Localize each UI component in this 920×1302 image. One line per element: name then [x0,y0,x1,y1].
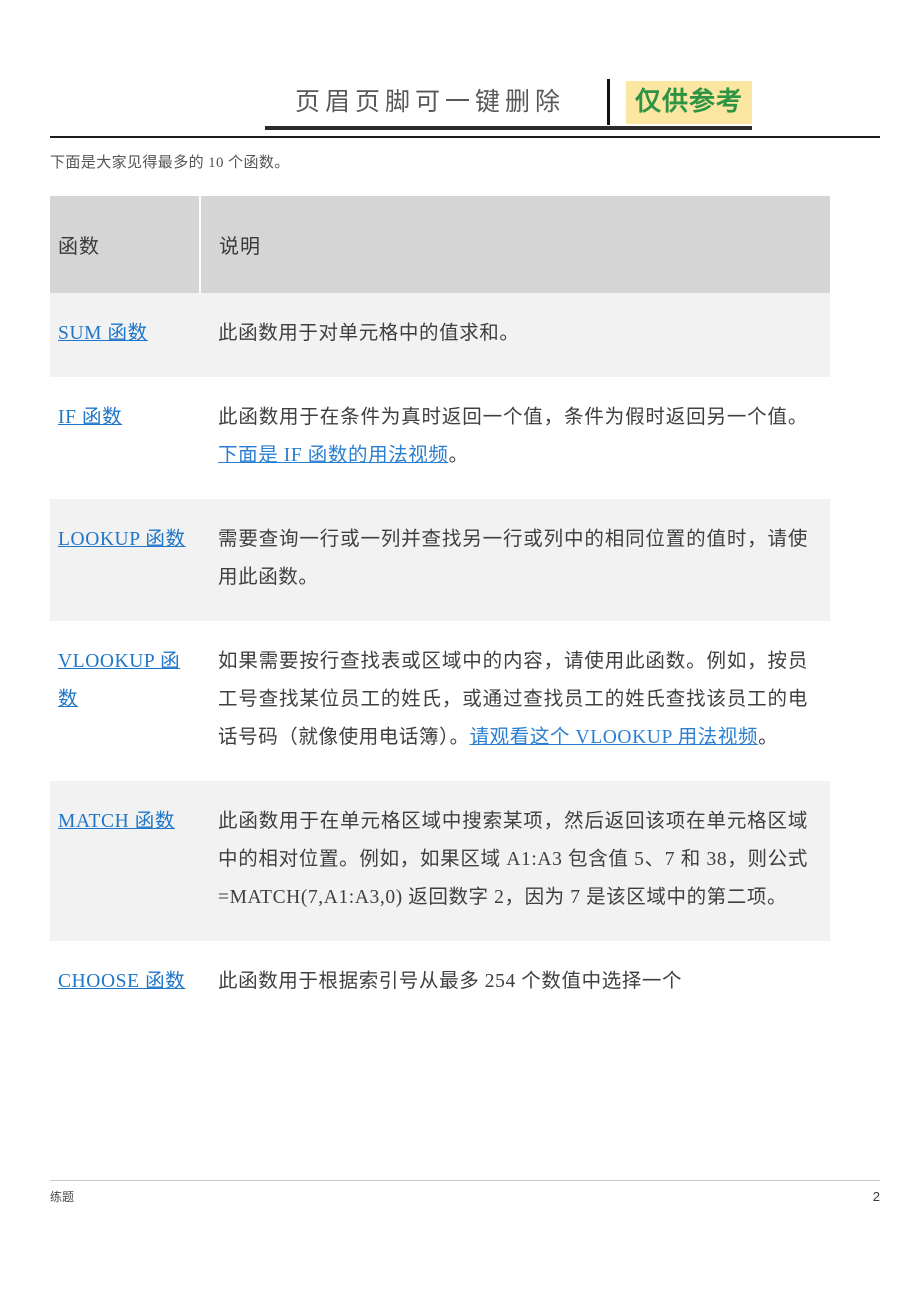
function-name-cell: LOOKUP 函数 [50,499,200,622]
page-header: 页眉页脚可一键删除 仅供参考 [0,0,920,140]
table-row: CHOOSE 函数 此函数用于根据索引号从最多 254 个数值中选择一个 [50,941,830,1026]
footer-label: 练题 [50,1190,75,1204]
function-description-cell: 此函数用于在条件为真时返回一个值，条件为假时返回另一个值。 下面是 IF 函数的… [200,377,830,500]
function-table: 函数 说明 SUM 函数 此函数用于对单元格中的值求和。 IF 函数 此函数用于在条件… [50,196,830,1026]
page-number: 2 [872,1189,880,1204]
function-description-cell: 此函数用于在单元格区域中搜索某项，然后返回该项在单元格区域中的相对位置。例如，如… [200,781,830,942]
description-text: 。 [448,445,469,467]
function-name-cell: SUM 函数 [50,293,200,378]
intro-text: 下面是大家见得最多的 10 个函数。 [50,155,290,171]
function-description-cell: 需要查询一行或一列并查找另一行或列中的相同位置的值时，请使用此函数。 [200,499,830,622]
table-row: VLOOKUP 函数 如果需要按行查找表或区域中的内容，请使用此函数。例如，按员工… [50,621,830,782]
description-inline-link[interactable]: 请观看这个 VLOOKUP 用法视频 [470,727,759,748]
description-text: 需要查询一行或一列并查找另一行或列中的相同位置的值时，请使用此函数。 [218,529,808,589]
function-description-cell: 如果需要按行查找表或区域中的内容，请使用此函数。例如，按员工号查找某位员工的姓氏… [200,621,830,782]
description-text: 。 [758,727,779,749]
table-header: 函数 说明 [50,196,830,293]
column-header-description: 说明 [199,196,830,293]
function-name-cell: IF 函数 [50,377,200,500]
table-row: IF 函数 此函数用于在条件为真时返回一个值，条件为假时返回另一个值。 下面是 I… [50,377,830,500]
description-text: 此函数用于在条件为真时返回一个值，条件为假时返回另一个值。 [218,407,808,429]
function-name-cell: MATCH 函数 [50,781,200,942]
description-text: 此函数用于在单元格区域中搜索某项，然后返回该项在单元格区域中的相对位置。例如，如… [218,811,808,909]
function-name-cell: CHOOSE 函数 [50,941,200,1026]
table-body: SUM 函数 此函数用于对单元格中的值求和。 IF 函数 此函数用于在条件为真时返回一… [50,293,830,1026]
function-link[interactable]: SUM 函数 [58,323,148,344]
column-header-function: 函数 [50,196,200,293]
description-text: 此函数用于根据索引号从最多 254 个数值中选择一个 [218,971,683,993]
description-inline-link[interactable]: 下面是 IF 函数的用法视频 [218,445,449,466]
function-description-cell: 此函数用于根据索引号从最多 254 个数值中选择一个 [200,941,830,1026]
table-row: MATCH 函数 此函数用于在单元格区域中搜索某项，然后返回该项在单元格区域中的相… [50,781,830,942]
header-rule-thick [265,126,752,130]
function-description-cell: 此函数用于对单元格中的值求和。 [200,293,830,378]
header-vertical-divider [607,79,610,125]
table-header-row: 函数 说明 [50,196,830,293]
description-text: 此函数用于对单元格中的值求和。 [218,323,520,344]
header-rule-full [50,136,880,138]
function-table-viewport: 函数 说明 SUM 函数 此函数用于对单元格中的值求和。 IF 函数 此函数用于在条件… [50,196,830,1178]
footer-rule [50,1180,880,1181]
function-link[interactable]: MATCH 函数 [58,811,175,832]
table-row: SUM 函数 此函数用于对单元格中的值求和。 [50,293,830,378]
function-link[interactable]: LOOKUP 函数 [58,529,186,550]
function-link[interactable]: VLOOKUP 函数 [58,651,180,710]
page-footer: 练题 2 [50,1188,880,1205]
table-row: LOOKUP 函数 需要查询一行或一列并查找另一行或列中的相同位置的值时，请使用此… [50,499,830,622]
function-link[interactable]: IF 函数 [58,407,122,428]
header-title: 页眉页脚可一键删除 [294,88,565,116]
reference-only-badge: 仅供参考 [626,80,753,124]
function-link[interactable]: CHOOSE 函数 [58,971,185,992]
function-name-cell: VLOOKUP 函数 [50,621,200,782]
header-content: 页眉页脚可一键删除 仅供参考 [265,78,753,126]
